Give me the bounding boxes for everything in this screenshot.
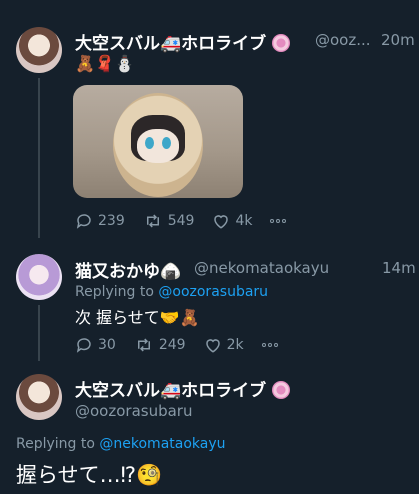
like-button[interactable]: 2k (204, 336, 244, 354)
tweet-text: 次 握らせて🤝🧸 (75, 308, 200, 327)
tweet-image[interactable] (73, 85, 243, 198)
retweet-icon (146, 214, 159, 228)
avatar-subaru[interactable] (16, 27, 62, 73)
display-name[interactable]: 猫又おかゆ🍙 (75, 257, 181, 282)
tweet-actions: 239 549 4k (75, 212, 287, 230)
avatar-okayu[interactable] (16, 254, 62, 300)
replying-to: Replying to @nekomataokayu (16, 436, 226, 452)
plush-eye-left (145, 137, 154, 149)
display-name-text: 大空スバル🚑ホロライブ (75, 34, 267, 54)
thread-line (38, 78, 40, 238)
user-handle[interactable]: @nekomataokayu (194, 259, 329, 277)
retweet-button[interactable]: 249 (134, 336, 186, 354)
like-icon (205, 339, 220, 353)
reply-icon (76, 338, 91, 353)
more-icon[interactable] (261, 343, 278, 347)
like-count: 4k (235, 213, 253, 229)
replying-prefix: Replying to (16, 436, 100, 452)
reply-count: 30 (98, 337, 116, 353)
reply-count: 239 (98, 213, 125, 229)
plush-eye-right (162, 137, 171, 149)
display-name[interactable]: 大空スバル🚑ホロライブ (75, 376, 291, 401)
display-name[interactable]: 大空スバル🚑ホロライブ (75, 29, 291, 54)
retweet-count: 549 (167, 213, 195, 229)
replying-to: Replying to @oozorasubaru (75, 284, 268, 300)
thread-line (38, 305, 40, 361)
more-icon[interactable] (270, 219, 287, 223)
like-count: 2k (226, 337, 244, 353)
retweet-button[interactable]: 549 (143, 212, 195, 230)
reply-button[interactable]: 30 (75, 336, 116, 354)
replying-prefix: Replying to (75, 284, 159, 300)
tweet-actions: 30 249 2k (75, 336, 278, 354)
user-handle[interactable]: @ooz... (315, 31, 371, 49)
verified-badge-icon (272, 34, 291, 52)
user-handle[interactable]: @oozorasubaru (75, 402, 192, 420)
display-name-text: 大空スバル🚑ホロライブ (75, 381, 267, 401)
timestamp[interactable]: 20m (381, 31, 415, 49)
like-icon (214, 215, 229, 229)
reply-button[interactable]: 239 (75, 212, 125, 230)
plush-face (137, 129, 179, 163)
retweet-count: 249 (158, 337, 186, 353)
timestamp[interactable]: 14m (382, 259, 416, 277)
replying-handle-link[interactable]: @oozorasubaru (158, 284, 268, 300)
tweet-text: 握らせて…⁉🧐 (16, 463, 163, 487)
avatar-subaru[interactable] (16, 374, 62, 420)
like-button[interactable]: 4k (212, 212, 252, 230)
verified-badge-icon (272, 381, 291, 399)
retweet-icon (137, 338, 150, 352)
tweet-text: 🧸🧣⛄ (75, 54, 135, 73)
reply-icon (76, 214, 91, 229)
replying-handle-link[interactable]: @nekomataokayu (99, 436, 225, 452)
